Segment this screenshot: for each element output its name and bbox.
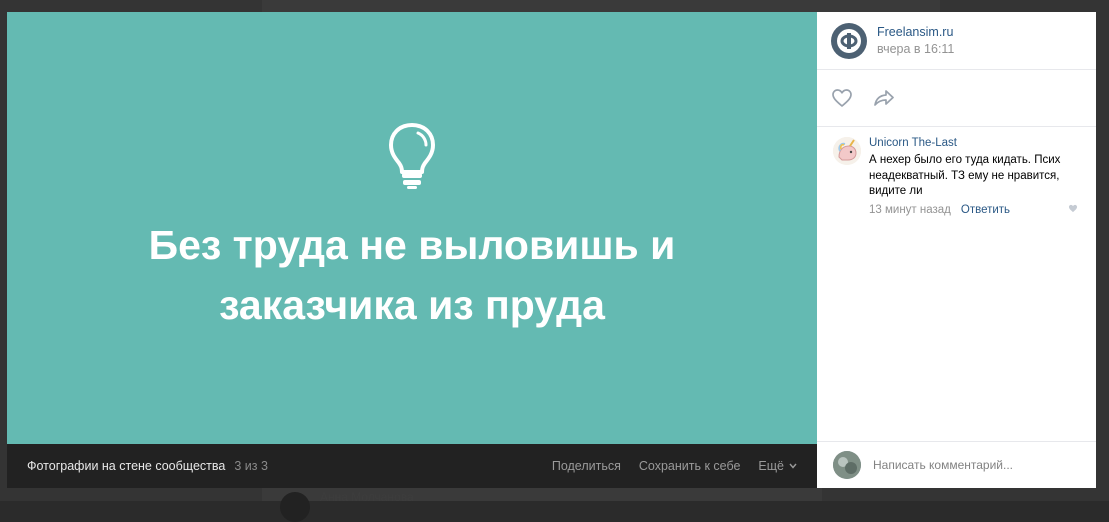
background-avatar [280,492,310,522]
post-header: Freelansim.ru вчера в 16:11 [817,12,1096,70]
comment-time[interactable]: 13 минут назад [869,204,951,216]
share-arrow-icon [874,90,894,106]
comment-text: А нехер было его туда кидать. Псих неаде… [869,154,1061,197]
quote-line-2: заказчика из пруда [219,282,605,328]
album-title-link[interactable]: Фотографии на стене сообщества [27,459,225,473]
comment-item: Unicorn The-Last А нехер было его туда к… [817,127,1096,216]
photo-viewer: Без труда не выловишь и заказчика из пру… [7,12,1096,488]
comment-like-button[interactable] [1068,204,1078,216]
background-sidebar-strip [820,0,940,12]
heart-icon [1068,204,1078,212]
share-link[interactable]: Поделиться [552,459,621,473]
save-to-me-link[interactable]: Сохранить к себе [639,459,741,473]
group-logo-glyph [837,28,861,53]
comment-footer: 13 минут назад Ответить [869,204,1082,216]
more-menu[interactable]: Ещё [758,459,797,473]
group-name-link[interactable]: Freelansim.ru [877,25,954,39]
freelansim-logo-icon[interactable] [831,22,867,59]
reply-link[interactable]: Ответить [961,204,1010,216]
comment-author-link[interactable]: Unicorn The-Last [869,137,1082,149]
photo-area: Без труда не выловишь и заказчика из пру… [7,12,817,488]
post-sidebar: Freelansim.ru вчера в 16:11 Unicorn The-… [817,12,1096,488]
post-actions [817,70,1096,127]
share-button[interactable] [873,89,895,107]
my-avatar-glyph [833,451,861,479]
lightbulb-icon [389,123,435,189]
post-time[interactable]: вчера в 16:11 [877,42,954,56]
background-post-strip [262,0,822,12]
background-user-name: Анна Молчанова [320,490,414,504]
quote-line-1: Без труда не выловишь и [148,222,676,268]
chevron-down-icon [789,463,797,469]
photo-image[interactable]: Без труда не выловишь и заказчика из пру… [7,12,817,444]
more-label: Ещё [758,459,784,473]
photo-actions: Поделиться Сохранить к себе Ещё [552,459,797,473]
comment-body: Unicorn The-Last А нехер было его туда к… [869,137,1082,216]
unicorn-avatar-glyph [833,137,861,165]
photo-quote: Без труда не выловишь и заказчика из пру… [7,215,817,335]
like-button[interactable] [831,88,853,108]
my-avatar[interactable] [833,451,861,479]
photo-counter: 3 из 3 [234,459,268,473]
unicorn-avatar[interactable] [833,137,861,165]
heart-icon [832,89,852,107]
comment-composer [817,441,1096,488]
group-meta: Freelansim.ru вчера в 16:11 [877,25,954,56]
photo-bottom-bar: Фотографии на стене сообщества 3 из 3 По… [7,444,817,488]
comment-input[interactable] [873,458,1073,472]
